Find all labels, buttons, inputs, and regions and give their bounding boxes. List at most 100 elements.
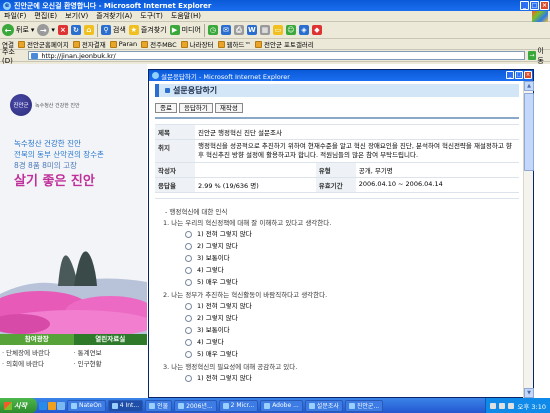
respond-button[interactable]: 응답하기 [178,103,213,113]
option-label: 3) 보통이다 [197,326,230,334]
answer-option[interactable]: 3) 보통이다 [185,253,519,265]
messenger-icon[interactable]: ☺ [285,25,296,35]
tray-icon[interactable] [508,402,515,409]
folder-icon[interactable]: ▭ [272,25,283,35]
answer-option[interactable]: 3) 보통이다 [185,325,519,337]
print-icon[interactable]: ⎙ [233,25,244,35]
clock[interactable]: 오후 3:10 [517,401,546,411]
menu-file[interactable]: 파일(F) [4,11,26,21]
home-icon[interactable]: ⌂ [83,25,94,35]
menu-tools[interactable]: 도구(T) [140,11,163,21]
search-button[interactable]: ⚲ 검색 [100,25,126,35]
favorite-page-icon [180,40,188,48]
radio-button[interactable] [185,279,192,286]
tray-icon[interactable] [499,402,506,409]
radio-button[interactable] [185,315,192,322]
forward-button[interactable]: → ▾ [37,24,55,36]
media-button[interactable]: ▶ 미디어 [169,25,201,35]
link-item[interactable]: 웹하드™ [217,39,251,49]
radio-button[interactable] [185,339,192,346]
tab-participation[interactable]: 참여광장 [0,334,74,345]
answer-option[interactable]: 5) 매우 그렇다 [185,277,519,289]
address-input[interactable]: http://jinan.jeonbuk.kr/ [28,51,525,60]
taskbar-item[interactable]: 인물 [145,399,173,412]
answer-option[interactable]: 1) 전혀 그렇지 않다 [185,373,519,385]
close-button[interactable]: × [540,1,549,10]
discuss-icon[interactable]: ▦ [259,25,270,35]
menu-view[interactable]: 보기(V) [65,11,88,21]
task-label: 인물 [157,403,169,410]
back-button[interactable]: ← 뒤로 ▾ [2,24,34,36]
link-item[interactable]: Paran [109,40,137,48]
taskbar-item[interactable]: Adobe ... [260,399,303,412]
stop-icon[interactable]: × [57,25,68,35]
close-button[interactable]: × [524,71,532,79]
menu-edit[interactable]: 편집(E) [34,11,57,21]
answer-option[interactable]: 5) 매우 그렇다 [185,349,519,361]
popup-title-bar[interactable]: 설문응답하기 - Microsoft Internet Explorer _ □… [149,70,533,81]
start-button[interactable]: 시작 [0,398,37,413]
scroll-down-icon[interactable]: ▼ [524,388,534,398]
rewrite-button[interactable]: 재작성 [214,103,243,113]
menu-help[interactable]: 도움말(H) [171,11,201,21]
scroll-thumb[interactable] [524,93,534,171]
vertical-scrollbar[interactable]: ▲ ▼ [523,81,534,398]
minimize-button[interactable]: _ [520,1,529,10]
radio-button[interactable] [185,243,192,250]
tray-icon[interactable] [490,402,497,409]
answer-option[interactable]: 4) 그렇다 [185,265,519,277]
chevron-down-icon[interactable]: ▾ [51,26,55,34]
site-logo[interactable]: 진안군 녹수청산 건강한 진안 [10,94,80,116]
minimize-button[interactable]: _ [506,71,514,79]
link-item[interactable]: 전안군홈페이지 [17,39,69,49]
maximize-button[interactable]: □ [530,1,539,10]
main-title-bar[interactable]: e 진안군에 오신걸 환영합니다 - Microsoft Internet Ex… [0,0,550,11]
outlook-quicklaunch-icon[interactable] [48,401,56,410]
radio-button[interactable] [185,327,192,334]
taskbar-item[interactable]: 진안군... [344,399,384,412]
radio-button[interactable] [185,375,192,382]
favorites-button[interactable]: ★ 즐겨찾기 [128,25,167,35]
tool-extra-icon[interactable]: ◆ [311,25,322,35]
list-item[interactable]: · 의회에 바란다 [2,359,74,370]
taskbar-item[interactable]: 2006년... [174,399,217,412]
link-item[interactable]: 나라장터 [180,39,214,49]
scroll-up-icon[interactable]: ▲ [524,81,534,91]
history-icon[interactable]: ◷ [207,25,218,35]
link-item[interactable]: 전안군 포토갤러리 [254,39,314,49]
mail-icon[interactable]: ✉ [220,25,231,35]
link-item[interactable]: 전자결재 [72,39,106,49]
tab-open-data[interactable]: 열린자료실 [73,334,147,345]
refresh-icon[interactable]: ↻ [70,25,81,35]
popup-title: 설문응답하기 - Microsoft Internet Explorer [161,72,290,81]
go-button[interactable]: → 이동 [527,46,550,66]
radio-button[interactable] [185,351,192,358]
answer-option[interactable]: 4) 그렇다 [185,337,519,349]
answer-option[interactable]: 2) 그렇지 않다 [185,241,519,253]
ie-quicklaunch-icon[interactable] [39,401,47,410]
taskbar-item[interactable]: 4 Int... [107,399,144,412]
menu-favorites[interactable]: 즐겨찾기(A) [96,11,132,21]
answer-option[interactable]: 1) 전혀 그렇지 않다 [185,301,519,313]
answer-option[interactable]: 2) 그렇지 않다 [185,313,519,325]
radio-button[interactable] [185,231,192,238]
maximize-button[interactable]: □ [515,71,523,79]
exit-button[interactable]: 종료 [155,103,177,113]
link-label: 전자결재 [81,41,106,49]
answer-option[interactable]: 1) 전혀 그렇지 않다 [185,229,519,241]
edit-icon[interactable]: W [246,25,257,35]
radio-button[interactable] [185,255,192,262]
chevron-down-icon[interactable]: ▾ [31,26,35,34]
taskbar-item[interactable]: 설문조사 [304,399,343,412]
taskbar-item[interactable]: NateOn [67,399,106,412]
link-item[interactable]: 전주MBC [141,39,177,49]
list-item[interactable]: · 단체장에 바란다 [2,348,74,359]
desktop-quicklaunch-icon[interactable] [57,401,65,410]
radio-button[interactable] [185,267,192,274]
taskbar-item[interactable]: 2 Micr... [218,399,259,412]
radio-button[interactable] [185,303,192,310]
research-icon[interactable]: ◈ [298,25,309,35]
list-item[interactable]: · 인구현황 [74,359,146,370]
task-label: NateOn [79,402,102,409]
list-item[interactable]: · 통계연보 [74,348,146,359]
